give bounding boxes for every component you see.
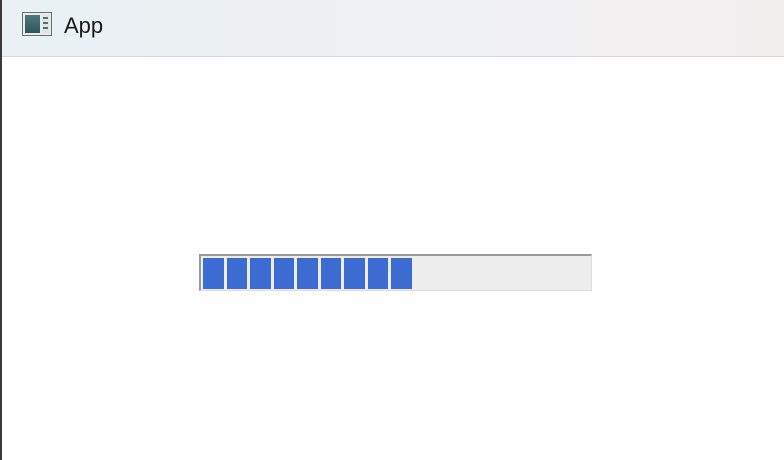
progress-block xyxy=(297,258,318,289)
app-window-icon xyxy=(22,12,52,36)
window-content xyxy=(2,57,784,460)
title-bar[interactable]: App xyxy=(2,0,784,57)
progress-block xyxy=(391,258,412,289)
progress-block xyxy=(320,258,341,289)
progress-block xyxy=(203,258,224,289)
app-window: App xyxy=(2,0,784,460)
progress-block xyxy=(250,258,271,289)
progress-block xyxy=(367,258,388,289)
progress-block xyxy=(273,258,294,289)
progress-block xyxy=(226,258,247,289)
progress-bar xyxy=(199,254,592,291)
progress-fill xyxy=(203,258,412,289)
window-title: App xyxy=(64,13,104,38)
progress-block xyxy=(344,258,365,289)
